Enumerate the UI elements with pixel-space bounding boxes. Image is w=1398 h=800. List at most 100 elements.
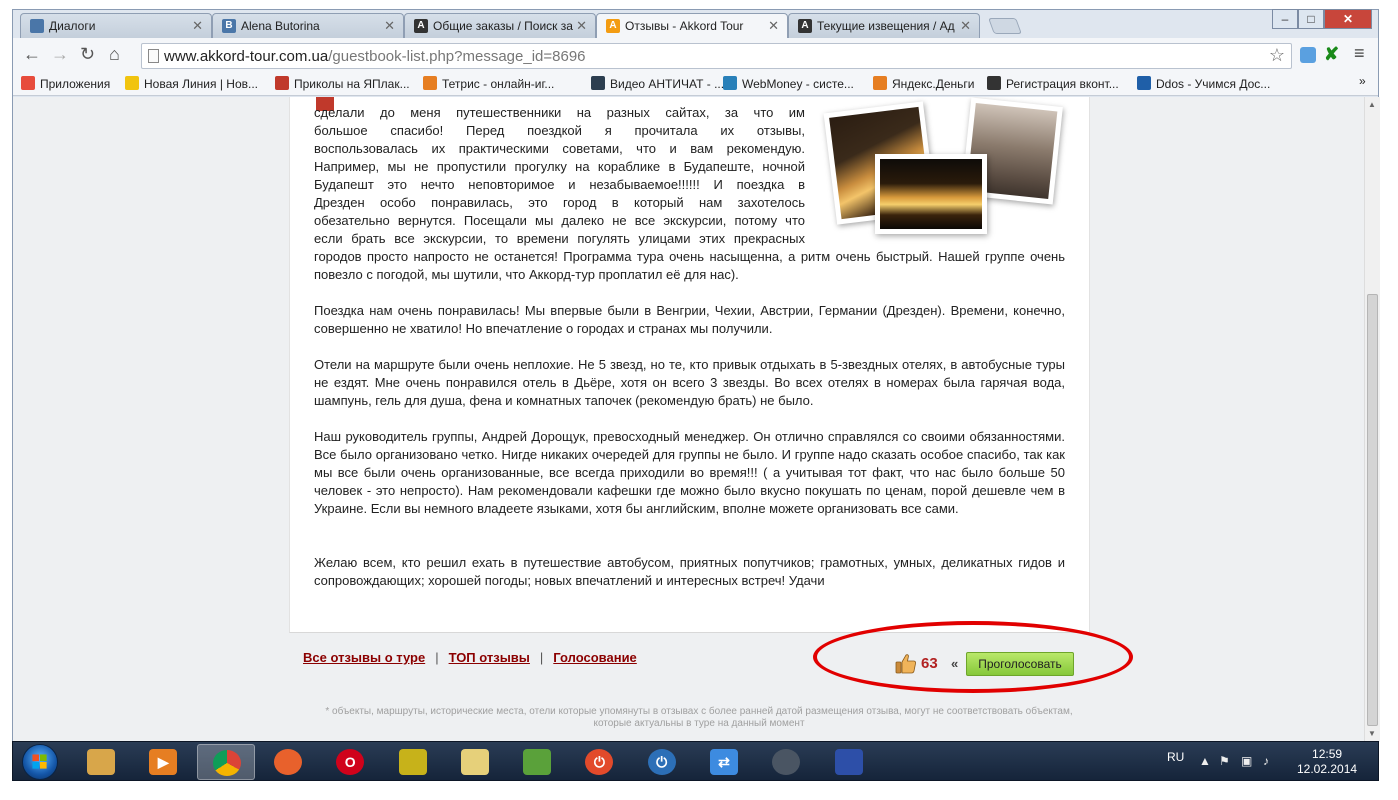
taskbar-app-button[interactable] — [196, 744, 255, 780]
back-icon[interactable]: ← — [23, 44, 41, 64]
taskbar-app-button[interactable]: O — [321, 744, 379, 780]
review-line: обезательно вернутся. Посещали мы далеко… — [314, 213, 805, 228]
reload-icon[interactable]: ↻ — [80, 44, 95, 64]
floppy-save-icon — [834, 749, 863, 775]
review-paragraph-2: Поездка нам очень понравилась! Мы впервы… — [314, 303, 1065, 336]
tab-close-icon[interactable]: ✕ — [960, 18, 971, 34]
taskbar-app-button[interactable] — [757, 744, 815, 780]
firefox-icon — [273, 749, 302, 775]
scroll-up-icon[interactable]: ▲ — [1368, 100, 1376, 109]
vk-icon — [30, 19, 44, 33]
bookmark-item[interactable]: Приложения — [21, 76, 110, 91]
all-reviews-link[interactable]: Все отзывы о туре — [303, 650, 425, 665]
start-button[interactable] — [22, 744, 58, 780]
taskbar-app-button[interactable]: ▶ — [134, 744, 192, 780]
forward-icon[interactable]: → — [51, 44, 69, 64]
taskbar: ▶ O ⏻ ⏻ ⇄ RU ▲ ⚑ ▣ ♪ 12:59 12.02.2014 — [12, 741, 1379, 781]
bookmark-item[interactable]: Ddos - Учимся Дос... — [1137, 76, 1270, 91]
tab-3[interactable]: A Отзывы - Akkord Tour ✕ — [596, 13, 788, 39]
yaplakal-icon — [275, 76, 289, 90]
menu-icon[interactable]: ≡ — [1354, 43, 1365, 64]
bookmark-label: Ddos - Учимся Дос... — [1156, 77, 1271, 91]
review-paragraph-3: Отели на маршруте были очень неплохие. Н… — [314, 357, 1065, 408]
login-extension-icon[interactable]: ✘ — [1324, 44, 1346, 66]
page-scrollbar[interactable]: ▲ ▼ — [1364, 97, 1380, 742]
bookmark-star-icon[interactable]: ☆ — [1269, 45, 1285, 66]
new-tab-button[interactable] — [988, 18, 1022, 34]
bookmark-item[interactable]: Приколы на ЯПлак... — [275, 76, 410, 91]
bookmark-label: Новая Линия | Нов... — [144, 77, 258, 91]
tab-close-icon[interactable]: ✕ — [192, 18, 203, 34]
vote-button[interactable]: Проголосовать — [966, 652, 1074, 676]
vk-icon: В — [222, 19, 236, 33]
taskbar-app-button[interactable] — [820, 744, 878, 780]
tab-title: Текущие извещения / Ад — [817, 19, 955, 33]
hamster-icon — [398, 749, 427, 775]
media-player-icon: ▶ — [149, 749, 178, 775]
volume-icon[interactable]: ♪ — [1263, 754, 1269, 768]
tab-close-icon[interactable]: ✕ — [576, 18, 587, 34]
tray-expand-icon[interactable]: ▲ — [1199, 754, 1211, 768]
network-icon[interactable]: ▣ — [1241, 754, 1252, 768]
review-intro-cont: городов просто напросто не останется! Пр… — [314, 249, 1065, 282]
sync-icon: ⇄ — [710, 749, 738, 775]
review-line: Будапешт это нечто неповторимое и незабы… — [314, 177, 805, 192]
toolbar: ← → ↻ ⌂ www.akkord-tour.com.ua/guestbook… — [13, 38, 1378, 72]
tab-title: Alena Butorina — [241, 19, 320, 33]
flag-icon[interactable]: ⚑ — [1219, 754, 1230, 768]
bookmark-item[interactable]: WebMoney - систе... — [723, 76, 854, 91]
bookmark-label: Приложения — [40, 77, 111, 91]
url-text: www.akkord-tour.com.ua/guestbook-list.ph… — [164, 48, 586, 65]
taskbar-app-button[interactable] — [72, 744, 130, 780]
windows-logo-icon — [32, 754, 47, 769]
bookmark-item[interactable]: Новая Линия | Нов... — [125, 76, 258, 91]
akkord-icon: A — [606, 19, 620, 33]
system-tray: RU ▲ ⚑ ▣ ♪ 12:59 12.02.2014 — [1163, 742, 1380, 782]
minimize-button[interactable]: – — [1272, 9, 1298, 29]
link-separator: | — [435, 650, 439, 665]
bookmark-item[interactable]: Регистрация вконт... — [987, 76, 1119, 91]
scroll-thumb[interactable] — [1367, 294, 1378, 726]
taskbar-app-button[interactable] — [259, 744, 317, 780]
maximize-button[interactable]: □ — [1298, 9, 1324, 29]
vote-count: 63 — [921, 655, 938, 672]
taskbar-app-button[interactable]: ⏻ — [570, 744, 628, 780]
apps-grid-icon — [21, 76, 35, 90]
tab-1[interactable]: В Alena Butorina ✕ — [212, 13, 404, 38]
tab-4[interactable]: A Текущие извещения / Ад ✕ — [788, 13, 980, 38]
taskbar-app-button[interactable]: ⇄ — [695, 744, 753, 780]
shutdown-timer-icon: ⏻ — [647, 749, 676, 775]
taskbar-app-button[interactable] — [384, 744, 442, 780]
thumbs-up-icon — [895, 654, 916, 674]
review-paragraph-4: Наш руководитель группы, Андрей Дорощук,… — [314, 429, 1065, 516]
voting-link[interactable]: Голосование — [553, 650, 637, 665]
scroll-down-icon[interactable]: ▼ — [1368, 729, 1376, 738]
clock[interactable]: 12:59 12.02.2014 — [1297, 747, 1357, 777]
bookmark-item[interactable]: Тетрис - онлайн-иг... — [423, 76, 554, 91]
extension-icon[interactable] — [1300, 47, 1316, 63]
tab-strip: Диалоги ✕ В Alena Butorina ✕ A Общие заказы / … — [13, 10, 1378, 39]
page-icon — [148, 49, 159, 63]
close-window-button[interactable]: ✕ — [1324, 9, 1372, 29]
tab-close-icon[interactable]: ✕ — [384, 18, 395, 34]
tab-0[interactable]: Диалоги ✕ — [20, 13, 212, 38]
yandex-money-icon — [873, 76, 887, 90]
language-indicator[interactable]: RU — [1167, 750, 1184, 764]
tab-2[interactable]: A Общие заказы / Поиск за ✕ — [404, 13, 596, 38]
bookmark-item[interactable]: Яндекс.Деньги — [873, 76, 974, 91]
taskbar-app-button[interactable] — [446, 744, 504, 780]
bit-icon — [1137, 76, 1151, 90]
clock-date: 12.02.2014 — [1297, 762, 1358, 776]
address-bar[interactable]: www.akkord-tour.com.ua/guestbook-list.ph… — [141, 43, 1292, 69]
taskbar-app-button[interactable]: ⏻ — [633, 744, 691, 780]
home-icon[interactable]: ⌂ — [109, 44, 120, 64]
bookmark-item[interactable]: Видео АНТИЧАТ - ... — [591, 76, 724, 91]
taskbar-app-button[interactable] — [508, 744, 566, 780]
top-reviews-link[interactable]: ТОП отзывы — [449, 650, 530, 665]
presentation-icon — [460, 749, 489, 775]
tab-title: Диалоги — [49, 19, 96, 33]
link-separator: | — [539, 650, 544, 665]
bookmark-label: Видео АНТИЧАТ - ... — [610, 77, 725, 91]
tab-close-icon[interactable]: ✕ — [768, 18, 779, 34]
bookmarks-overflow-icon[interactable]: » — [1359, 74, 1366, 88]
